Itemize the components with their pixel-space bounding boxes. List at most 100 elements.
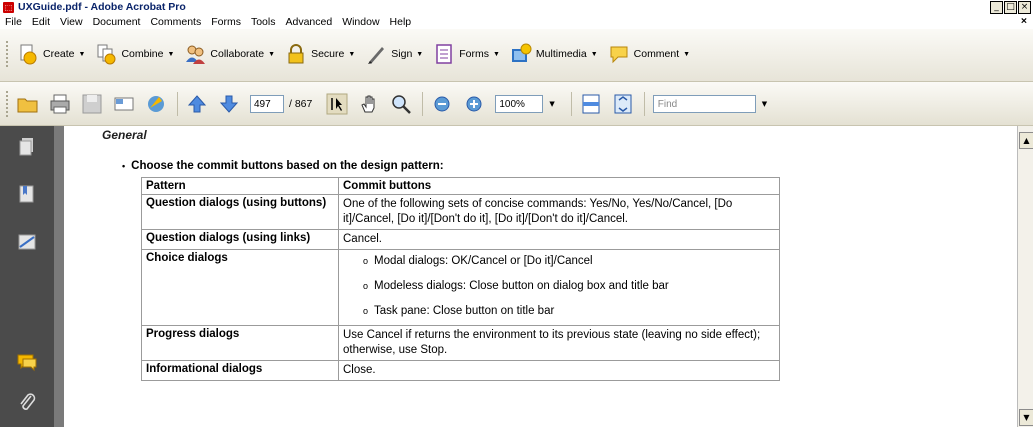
- zoom-in-icon[interactable]: [463, 93, 485, 115]
- select-tool-icon[interactable]: [326, 93, 348, 115]
- table-header-row: Pattern Commit buttons: [141, 177, 780, 195]
- list-item: o Task pane: Close button on title bar: [363, 304, 775, 319]
- menu-help[interactable]: Help: [385, 16, 417, 28]
- zoom-out-icon[interactable]: [431, 93, 453, 115]
- bookmarks-icon[interactable]: [16, 183, 38, 205]
- secure-button[interactable]: Secure ▼: [285, 43, 355, 65]
- dropdown-arrow-icon: ▼: [78, 50, 86, 58]
- column-header-pattern: Pattern: [141, 177, 339, 195]
- page-total: / 867: [289, 98, 313, 110]
- dropdown-arrow-icon: ▼: [416, 50, 424, 58]
- find-input[interactable]: Find: [652, 95, 756, 113]
- list-item-text: Task pane: Close button on title bar: [374, 305, 555, 317]
- page-number-input[interactable]: 497: [250, 95, 284, 113]
- open-folder-icon[interactable]: [17, 93, 39, 115]
- dropdown-arrow-icon: ▼: [167, 50, 175, 58]
- zoom-level-input[interactable]: 100%: [495, 95, 544, 113]
- sub-list: o Modal dialogs: OK/Cancel or [Do it]/Can…: [343, 254, 775, 319]
- circle-bullet-icon: o: [363, 306, 369, 316]
- comment-label: Comment: [633, 48, 680, 60]
- list-item-text: Modeless dialogs: Close button on dialog…: [374, 280, 669, 292]
- forms-label: Forms: [459, 48, 489, 60]
- create-pdf-icon: [20, 44, 37, 65]
- table-row: Choice dialogs o Modal dialogs: OK/Cancel…: [141, 249, 780, 326]
- zoom-marquee-icon[interactable]: [390, 93, 412, 115]
- signatures-icon[interactable]: [16, 231, 38, 253]
- document-viewport[interactable]: General • Choose the commit buttons based…: [54, 126, 1033, 427]
- create-label: Create: [43, 48, 75, 60]
- fit-width-icon[interactable]: [580, 93, 602, 115]
- scroll-up-button[interactable]: ▲: [1019, 132, 1033, 149]
- toolbar-separator: [570, 92, 572, 116]
- menu-advanced[interactable]: Advanced: [280, 16, 337, 28]
- hand-tool-icon[interactable]: [358, 93, 380, 115]
- collaborate-button[interactable]: Collaborate ▼: [184, 43, 275, 65]
- bullet-icon: •: [122, 161, 126, 171]
- commit-buttons-cell: Use Cancel if returns the environment to…: [338, 325, 780, 361]
- navigation-toolbar: 497 / 867 100% ▼ Find ▼: [0, 82, 1033, 126]
- pages-icon[interactable]: [16, 136, 38, 158]
- dropdown-arrow-icon: ▼: [348, 50, 356, 58]
- list-item: o Modeless dialogs: Close button on dialo…: [363, 279, 775, 294]
- fit-page-icon[interactable]: [612, 93, 634, 115]
- scroll-down-button[interactable]: ▼: [1019, 409, 1033, 426]
- form-icon: [436, 44, 452, 64]
- multimedia-icon: [511, 43, 532, 62]
- next-page-icon[interactable]: [218, 93, 240, 115]
- commit-buttons-cell: One of the following sets of concise com…: [338, 194, 780, 230]
- save-icon[interactable]: [81, 93, 103, 115]
- menu-forms[interactable]: Forms: [206, 16, 246, 28]
- menu-window[interactable]: Window: [337, 16, 384, 28]
- menu-edit[interactable]: Edit: [27, 16, 55, 28]
- find-dropdown-arrow-icon[interactable]: ▼: [762, 100, 767, 108]
- previous-page-icon[interactable]: [186, 93, 208, 115]
- forms-button[interactable]: Forms ▼: [433, 43, 500, 65]
- collaborate-icon: [186, 45, 206, 64]
- comments-icon[interactable]: [16, 351, 38, 373]
- comment-button[interactable]: Comment ▼: [608, 43, 690, 65]
- zoom-dropdown-arrow-icon[interactable]: ▼: [549, 100, 554, 108]
- sign-button[interactable]: Sign ▼: [365, 43, 423, 65]
- comment-icon: [610, 46, 628, 64]
- toolbar-grip[interactable]: [6, 41, 11, 67]
- bullet-text: Choose the commit buttons based on the d…: [131, 160, 444, 172]
- dropdown-arrow-icon: ▼: [683, 50, 691, 58]
- close-document-button[interactable]: ×: [1021, 15, 1027, 27]
- pattern-cell: Question dialogs (using buttons): [141, 194, 339, 230]
- toolbar-separator: [422, 92, 424, 116]
- multimedia-label: Multimedia: [535, 48, 587, 60]
- menu-tools[interactable]: Tools: [246, 16, 281, 28]
- menu-view[interactable]: View: [55, 16, 88, 28]
- combine-button[interactable]: Combine ▼: [95, 43, 174, 65]
- minimize-button[interactable]: _: [990, 1, 1003, 14]
- circle-bullet-icon: o: [363, 281, 369, 291]
- email-icon[interactable]: [113, 93, 135, 115]
- print-icon[interactable]: [49, 93, 71, 115]
- menu-file[interactable]: File: [0, 16, 27, 28]
- attachments-icon[interactable]: [16, 391, 38, 413]
- multimedia-button[interactable]: Multimedia ▼: [510, 43, 598, 65]
- maximize-button[interactable]: □: [1004, 1, 1017, 14]
- menu-comments[interactable]: Comments: [145, 16, 206, 28]
- commit-buttons-table: Pattern Commit buttons Question dialogs …: [141, 177, 780, 381]
- pattern-cell: Question dialogs (using links): [141, 229, 339, 250]
- menu-document[interactable]: Document: [88, 16, 146, 28]
- vertical-scrollbar[interactable]: ▲ ▼: [1017, 126, 1033, 427]
- column-header-commit-buttons: Commit buttons: [338, 177, 780, 195]
- navigation-pane: [0, 126, 54, 427]
- organizer-icon[interactable]: [145, 93, 167, 115]
- table-row: Progress dialogs Use Cancel if returns t…: [141, 325, 780, 361]
- circle-bullet-icon: o: [363, 256, 369, 266]
- create-button[interactable]: Create ▼: [17, 43, 85, 65]
- table-row: Question dialogs (using links) Cancel.: [141, 229, 780, 250]
- dropdown-arrow-icon: ▼: [492, 50, 500, 58]
- acrobat-app-icon[interactable]: ⬚: [3, 1, 14, 13]
- secure-label: Secure: [311, 48, 345, 60]
- commit-buttons-cell: Close.: [338, 360, 780, 381]
- toolbar-separator: [643, 92, 645, 116]
- bullet-item: • Choose the commit buttons based on the …: [122, 160, 444, 172]
- pen-icon: [368, 47, 385, 64]
- close-window-button[interactable]: ×: [1018, 1, 1031, 14]
- toolbar-grip[interactable]: [6, 91, 11, 117]
- dropdown-arrow-icon: ▼: [268, 50, 276, 58]
